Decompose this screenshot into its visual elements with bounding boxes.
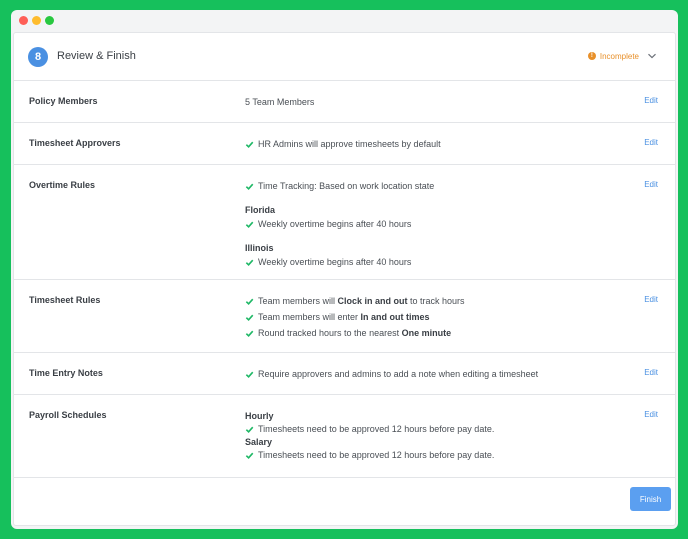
minimize-window-button[interactable] [32, 16, 41, 25]
list-item: Round tracked hours to the nearest One m… [245, 327, 465, 339]
list-item-text: Time Tracking: Based on work location st… [258, 181, 435, 191]
team-members-count: 5 Team Members [245, 97, 315, 107]
status-indicator[interactable]: ! Incomplete [587, 51, 657, 61]
list-item-text: Team members will Clock in and out to tr… [258, 296, 465, 306]
row-content: Time Tracking: Based on work location st… [245, 180, 434, 272]
list-item-text: Weekly overtime begins after 40 hours [258, 219, 412, 229]
step-title: Review & Finish [57, 50, 136, 62]
list-item: Team members will enter In and out times [245, 311, 465, 323]
row-content: 5 Team Members [245, 96, 314, 112]
finish-button[interactable]: Finish [630, 487, 671, 511]
title-bar [11, 10, 678, 32]
list-item: Timesheets need to be approved 12 hours … [245, 449, 494, 461]
list-item: Time Tracking: Based on work location st… [245, 180, 434, 192]
status-label: Incomplete [599, 51, 639, 61]
list-item-text: Timesheets need to be approved 12 hours … [258, 424, 495, 434]
list-item: Weekly overtime begins after 40 hours [245, 218, 434, 230]
maximize-window-button[interactable] [45, 16, 54, 25]
check-icon [245, 141, 254, 148]
row-content: Hourly Timesheets need to be approved 12… [245, 410, 494, 465]
list-item: Weekly overtime begins after 40 hours [245, 256, 434, 268]
row-label: Policy Members [29, 96, 98, 106]
check-icon [245, 314, 254, 321]
row-overtime-rules: Overtime Rules Time Tracking: Based on w… [14, 165, 675, 280]
warning-icon: ! [587, 52, 596, 60]
list-item-text: Require approvers and admins to add a no… [258, 369, 539, 379]
list-item: Team members will Clock in and out to tr… [245, 295, 465, 307]
card-footer: Finish [14, 473, 675, 525]
check-icon [245, 259, 254, 266]
chevron-down-icon[interactable] [647, 51, 657, 61]
list-item-text: Team members will enter In and out times [258, 312, 430, 322]
row-label: Time Entry Notes [29, 368, 103, 378]
row-policy-members: Policy Members 5 Team Members Edit [14, 81, 675, 123]
check-icon [245, 330, 254, 337]
row-time-entry-notes: Time Entry Notes Require approvers and a… [14, 353, 675, 395]
check-icon [245, 183, 254, 190]
list-item-text: HR Admins will approve timesheets by def… [258, 139, 441, 149]
check-icon [245, 298, 254, 305]
state-name: Florida [245, 205, 276, 215]
check-icon [245, 371, 254, 378]
list-item: Timesheets need to be approved 12 hours … [245, 423, 494, 435]
close-window-button[interactable] [19, 16, 28, 25]
review-card: 8 Review & Finish ! Incomplete Policy Me… [13, 32, 676, 526]
schedule-name: Salary [245, 437, 273, 447]
check-icon [245, 221, 254, 228]
list-item-text: Weekly overtime begins after 40 hours [258, 257, 412, 267]
edit-payroll-schedules-link[interactable]: Edit [644, 410, 658, 419]
row-timesheet-rules: Timesheet Rules Team members will Clock … [14, 280, 675, 353]
schedule-name: Hourly [245, 411, 274, 421]
row-payroll-schedules: Payroll Schedules Hourly Timesheets need… [14, 395, 675, 478]
edit-time-entry-notes-link[interactable]: Edit [644, 368, 658, 377]
card-header[interactable]: 8 Review & Finish ! Incomplete [14, 33, 675, 81]
list-item-text: Round tracked hours to the nearest One m… [258, 328, 452, 338]
edit-policy-members-link[interactable]: Edit [644, 96, 658, 105]
list-item-text: Timesheets need to be approved 12 hours … [258, 450, 495, 460]
row-timesheet-approvers: Timesheet Approvers HR Admins will appro… [14, 123, 675, 165]
check-icon [245, 452, 254, 459]
row-content: Require approvers and admins to add a no… [245, 368, 538, 384]
row-label: Payroll Schedules [29, 410, 107, 420]
row-label: Timesheet Approvers [29, 138, 121, 148]
row-content: Team members will Clock in and out to tr… [245, 295, 465, 343]
step-number-badge: 8 [28, 47, 48, 67]
row-label: Timesheet Rules [29, 295, 101, 305]
row-content: HR Admins will approve timesheets by def… [245, 138, 441, 154]
list-item: HR Admins will approve timesheets by def… [245, 138, 441, 150]
edit-timesheet-rules-link[interactable]: Edit [644, 295, 658, 304]
list-item: Require approvers and admins to add a no… [245, 368, 538, 380]
app-window: 8 Review & Finish ! Incomplete Policy Me… [11, 10, 678, 529]
edit-overtime-rules-link[interactable]: Edit [644, 180, 658, 189]
row-label: Overtime Rules [29, 180, 96, 190]
check-icon [245, 426, 254, 433]
state-name: Illinois [245, 243, 274, 253]
edit-timesheet-approvers-link[interactable]: Edit [644, 138, 658, 147]
